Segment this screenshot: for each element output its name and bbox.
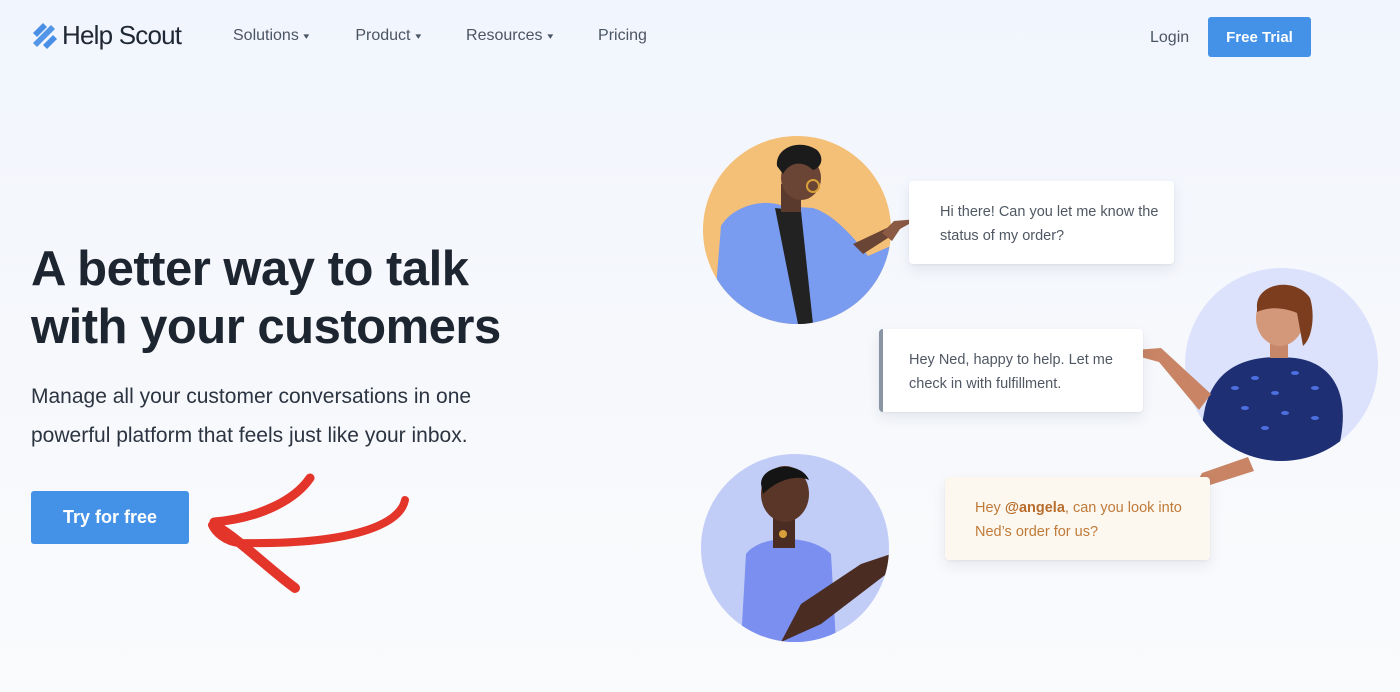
login-link[interactable]: Login [1150,29,1189,47]
agent-pointing-arm-icon [1135,348,1211,410]
help-scout-logo[interactable]: Help Scout [31,20,182,51]
customer-avatar-circle [703,136,891,324]
hero-subheading: Manage all your customer conversations i… [31,377,551,455]
nav-product-label: Product [355,27,411,44]
top-navigation: Help Scout Solutions ▾ Product ▾ Resourc… [0,0,1400,76]
agent-illustration-icon [1195,284,1343,461]
red-arrow-annotation-icon [208,473,409,593]
customer-message-bubble: Hi there! Can you let me know the status… [909,181,1174,264]
customer-illustration-icon [713,144,891,324]
help-scout-logo-icon [33,22,57,49]
subhead-line-1: Manage all your customer conversations i… [31,385,472,408]
colleague-illustration-icon [741,466,889,642]
internal-note-text: Hey @angela, can you look into Ned’s ord… [975,496,1200,544]
subhead-line-2: powerful platform that feels just like y… [31,424,468,447]
nav-resources-label: Resources [466,27,543,44]
try-for-free-button[interactable]: Try for free [31,491,189,544]
headline-line-1: A better way to talk [31,242,469,296]
agent-reply-bubble: Hey Ned, happy to help. Let me check in … [879,329,1143,412]
nav-pricing[interactable]: Pricing [598,27,647,45]
chevron-down-icon: ▾ [303,30,310,41]
agent-avatar-circle [1185,268,1378,461]
nav-resources[interactable]: Resources ▾ [466,27,553,45]
nav-solutions[interactable]: Solutions ▾ [233,27,310,45]
colleague-avatar-circle [701,454,889,642]
nav-product[interactable]: Product ▾ [355,27,420,45]
customer-message-text: Hi there! Can you let me know the status… [940,204,1159,244]
free-trial-button[interactable]: Free Trial [1208,17,1311,57]
note-prefix: Hey [975,500,1005,516]
nav-links: Solutions ▾ Product ▾ Resources ▾ Pricin… [233,27,647,45]
chevron-down-icon: ▾ [546,30,553,41]
logo-text: Help Scout [62,20,182,50]
internal-note-bubble: Hey @angela, can you look into Ned’s ord… [945,477,1210,560]
headline-line-2: with your customers [31,300,501,354]
mention-tag: @angela [1004,500,1065,516]
nav-pricing-label: Pricing [598,27,647,44]
chevron-down-icon: ▾ [414,30,421,41]
page-headline: A better way to talk with your customers [31,240,591,356]
nav-solutions-label: Solutions [233,27,299,44]
agent-reply-text: Hey Ned, happy to help. Let me check in … [909,352,1113,392]
